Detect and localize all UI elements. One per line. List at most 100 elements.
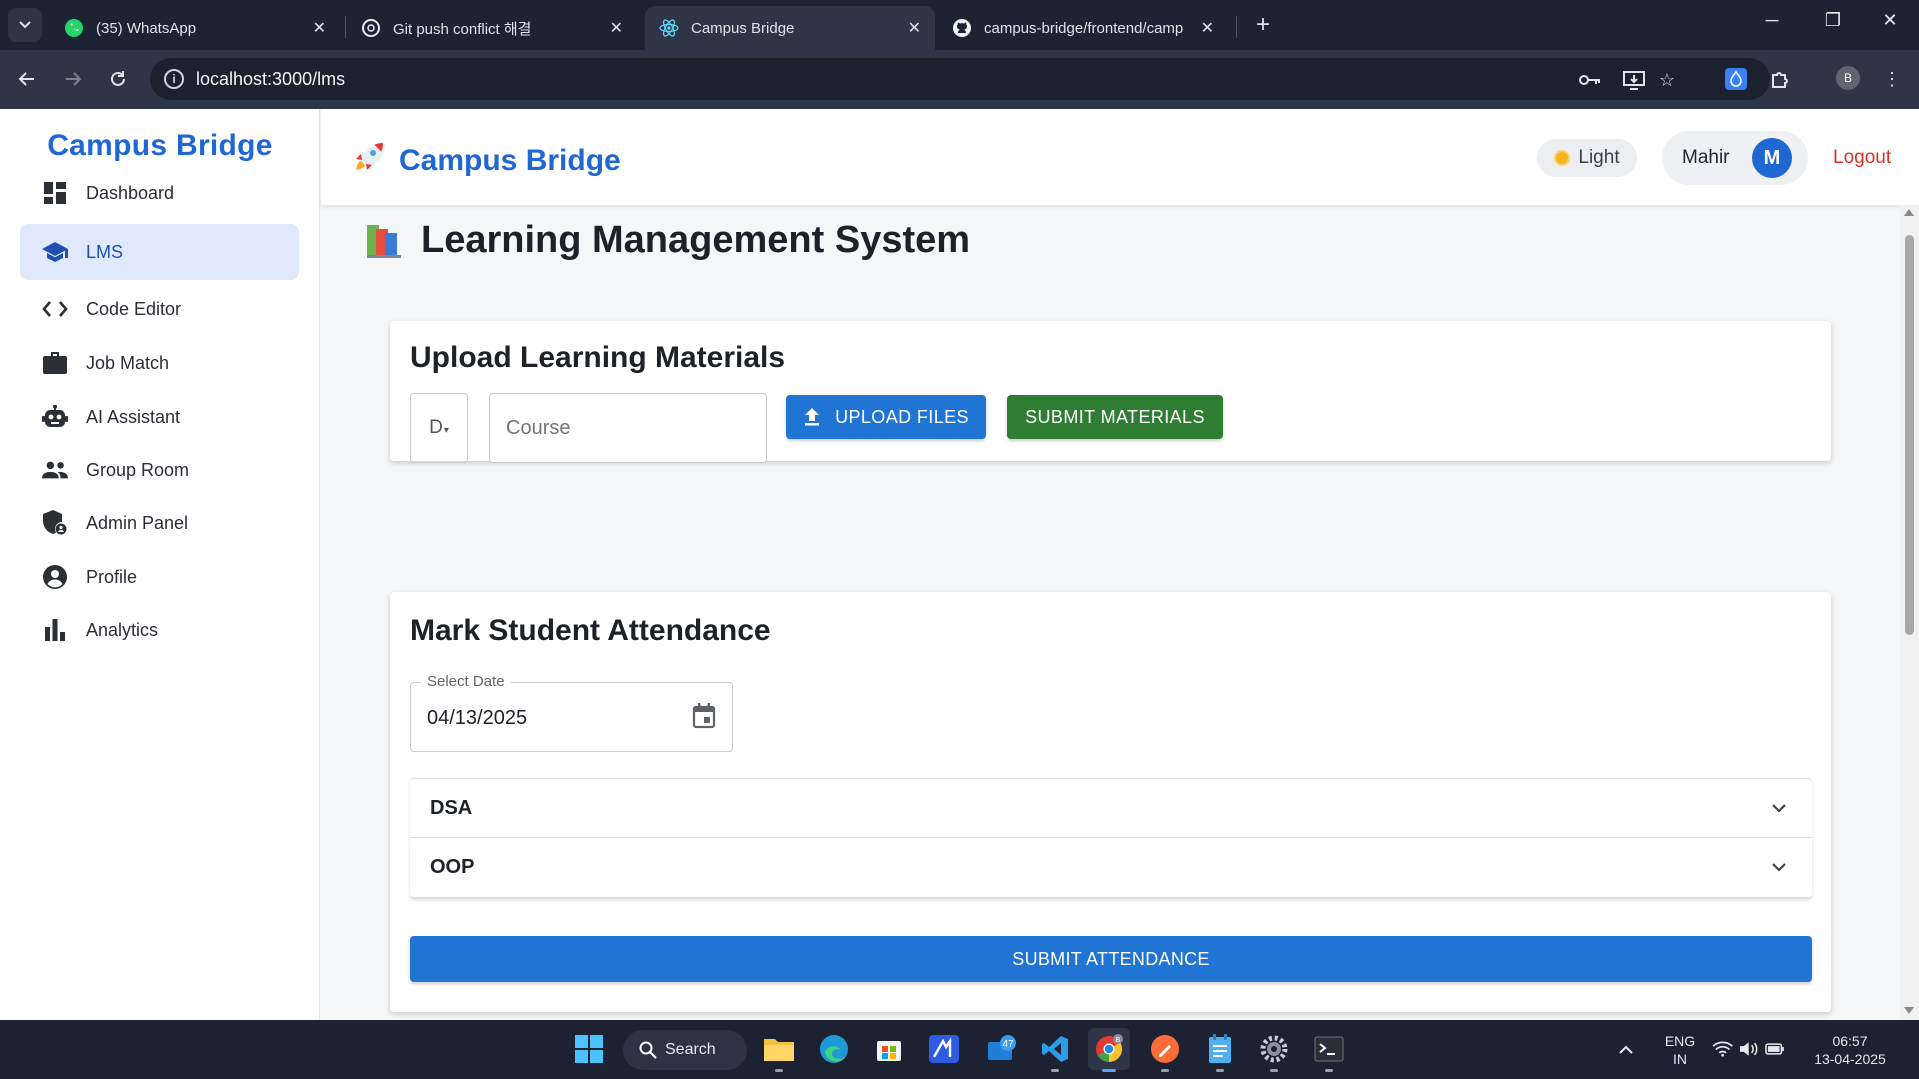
- vector-app-icon[interactable]: [923, 1028, 965, 1070]
- file-explorer-icon[interactable]: [758, 1028, 800, 1072]
- restore-button[interactable]: ❐: [1818, 10, 1848, 31]
- scroll-up-icon[interactable]: [1904, 209, 1914, 216]
- vscode-icon[interactable]: [1034, 1028, 1076, 1072]
- course-accordion-dsa[interactable]: DSA: [410, 778, 1812, 838]
- sidebar: Campus Bridge Dashboard LMS Code Editor …: [0, 109, 320, 1020]
- postman-icon[interactable]: [1144, 1028, 1186, 1072]
- profile-avatar[interactable]: B: [1836, 66, 1860, 90]
- mail-app-icon[interactable]: 47: [981, 1028, 1023, 1070]
- tab-chatgpt[interactable]: Git push conflict 해결 ✕: [347, 6, 637, 50]
- sidebar-item-label: Job Match: [86, 352, 170, 373]
- site-info-icon[interactable]: i: [164, 69, 184, 89]
- mail-badge-count: 47: [1002, 1039, 1014, 1050]
- sidebar-item-group-room[interactable]: Group Room: [20, 442, 299, 498]
- address-bar[interactable]: i localhost:3000/lms ☆: [150, 58, 1770, 100]
- course-input[interactable]: [489, 393, 767, 463]
- theme-toggle-button[interactable]: Light: [1537, 139, 1637, 177]
- tray-overflow-chevron-icon[interactable]: [1612, 1028, 1640, 1070]
- upload-files-button[interactable]: UPLOAD FILES: [786, 395, 986, 439]
- tab-campus-bridge[interactable]: Campus Bridge ✕: [645, 6, 935, 50]
- lang-line1: ENG: [1664, 1033, 1696, 1049]
- system-tray-status[interactable]: [1712, 1028, 1784, 1070]
- back-button[interactable]: [10, 62, 44, 96]
- profile-icon: [42, 564, 68, 590]
- submit-materials-label: SUBMIT MATERIALS: [1025, 406, 1205, 427]
- header-brand[interactable]: Campus Bridge: [353, 141, 621, 180]
- submit-materials-button[interactable]: SUBMIT MATERIALS: [1007, 395, 1223, 439]
- tab-github[interactable]: campus-bridge/frontend/camp ✕: [938, 6, 1228, 50]
- tab-title: Campus Bridge: [691, 19, 795, 37]
- browser-tab-bar: (35) WhatsApp ✕ Git push conflict 해결 ✕ C…: [0, 0, 1919, 50]
- install-app-icon[interactable]: [1622, 68, 1646, 92]
- department-select[interactable]: D ▾: [410, 393, 468, 463]
- start-button[interactable]: [568, 1028, 610, 1070]
- close-icon[interactable]: ✕: [610, 18, 623, 38]
- reload-button[interactable]: [101, 62, 135, 96]
- close-icon[interactable]: ✕: [1201, 18, 1214, 38]
- logout-button[interactable]: Logout: [1833, 147, 1891, 169]
- calendar-icon[interactable]: [692, 703, 718, 731]
- sidebar-item-lms[interactable]: LMS: [20, 224, 299, 280]
- dropdown-arrow-icon: ▾: [443, 424, 449, 436]
- date-picker[interactable]: Select Date 04/13/2025: [410, 673, 733, 752]
- code-icon: [42, 296, 68, 322]
- taskbar-search[interactable]: Search: [623, 1030, 747, 1070]
- select-value: D: [429, 417, 443, 438]
- page-title-text: Learning Management System: [421, 219, 971, 261]
- tab-whatsapp[interactable]: (35) WhatsApp ✕: [50, 6, 340, 50]
- upload-icon: [805, 408, 820, 426]
- key-icon[interactable]: [1578, 68, 1602, 92]
- extension-drop-icon[interactable]: [1720, 63, 1752, 95]
- tab-divider: [1236, 16, 1237, 38]
- microsoft-store-icon[interactable]: [868, 1028, 910, 1070]
- clock-date: 13-04-2025: [1814, 1051, 1886, 1067]
- tab-search-button[interactable]: [8, 8, 42, 42]
- terminal-icon[interactable]: [1308, 1028, 1350, 1072]
- upload-files-label: UPLOAD FILES: [835, 406, 969, 427]
- clock-time: 06:57: [1832, 1033, 1868, 1049]
- close-window-button[interactable]: ✕: [1875, 10, 1905, 31]
- chrome-icon[interactable]: B: [1088, 1028, 1130, 1072]
- extensions-puzzle-icon[interactable]: [1765, 63, 1797, 95]
- rocket-icon: [353, 141, 385, 180]
- sidebar-item-label: Group Room: [86, 459, 190, 480]
- sidebar-item-label: LMS: [86, 241, 124, 262]
- sidebar-item-label: Code Editor: [86, 298, 182, 319]
- tab-divider: [345, 16, 346, 38]
- more-vertical-icon[interactable]: ⋮: [1876, 63, 1908, 95]
- chevron-down-icon: [19, 21, 31, 29]
- forward-button[interactable]: [56, 62, 90, 96]
- clock[interactable]: 06:57 13-04-2025: [1810, 1032, 1890, 1068]
- close-icon[interactable]: ✕: [313, 18, 326, 38]
- settings-gear-icon[interactable]: [1253, 1028, 1295, 1072]
- notepad-icon[interactable]: [1199, 1028, 1241, 1072]
- sidebar-item-analytics[interactable]: Analytics: [20, 602, 299, 658]
- scroll-down-icon[interactable]: [1904, 1007, 1914, 1014]
- close-icon[interactable]: ✕: [908, 18, 921, 38]
- sidebar-brand[interactable]: Campus Bridge: [0, 129, 320, 163]
- sidebar-item-ai-assistant[interactable]: AI Assistant: [20, 389, 299, 445]
- running-indicator: [775, 1069, 783, 1072]
- arrow-left-icon: [18, 72, 34, 86]
- lang-line2: IN: [1673, 1051, 1687, 1067]
- language-indicator[interactable]: ENG IN: [1658, 1032, 1702, 1068]
- search-icon: [639, 1041, 657, 1059]
- sidebar-item-code-editor[interactable]: Code Editor: [20, 281, 299, 337]
- battery-icon: [1764, 1043, 1784, 1055]
- scroll-thumb[interactable]: [1905, 235, 1914, 635]
- sidebar-item-admin-panel[interactable]: Admin Panel: [20, 495, 299, 551]
- avatar[interactable]: M: [1752, 138, 1792, 178]
- new-tab-button[interactable]: +: [1248, 10, 1278, 40]
- edge-icon[interactable]: [813, 1028, 855, 1070]
- minimize-button[interactable]: ─: [1757, 10, 1787, 31]
- user-name: Mahir: [1682, 147, 1730, 168]
- sidebar-item-profile[interactable]: Profile: [20, 549, 299, 605]
- date-value: 04/13/2025: [427, 707, 528, 729]
- submit-attendance-button[interactable]: SUBMIT ATTENDANCE: [410, 936, 1812, 982]
- sidebar-item-job-match[interactable]: Job Match: [20, 335, 299, 391]
- course-accordion-oop[interactable]: OOP: [410, 838, 1812, 898]
- page-scrollbar[interactable]: [1900, 205, 1919, 1020]
- sidebar-item-dashboard[interactable]: Dashboard: [20, 165, 299, 221]
- user-menu[interactable]: Mahir M: [1662, 131, 1808, 185]
- bookmark-star-icon[interactable]: ☆: [1655, 68, 1679, 92]
